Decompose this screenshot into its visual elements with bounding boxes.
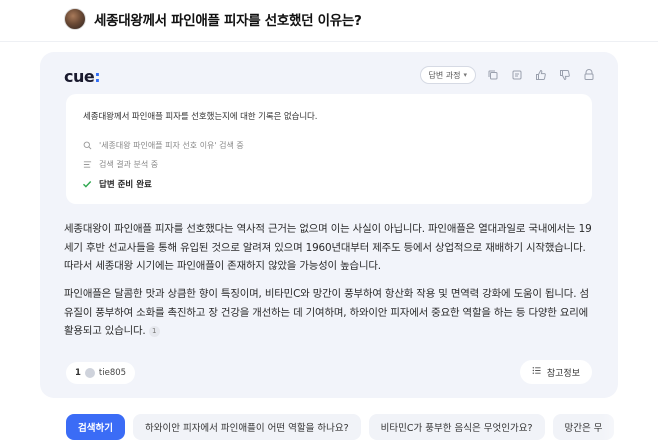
citation-badge[interactable]: 1 bbox=[148, 325, 160, 337]
references-label: 참고정보 bbox=[546, 368, 580, 379]
cue-logo: cue: bbox=[64, 67, 101, 86]
list-icon bbox=[82, 160, 92, 170]
process-step-analyze: 검색 결과 분석 중 bbox=[82, 159, 158, 170]
header-divider bbox=[0, 41, 658, 42]
process-step-label: 검색 결과 분석 중 bbox=[99, 160, 159, 169]
answer-process-button[interactable]: 답변 과정 ▾ bbox=[419, 66, 476, 84]
answer-process-panel: 세종대왕께서 파인애플 피자를 선호했는지에 대한 기록은 없습니다. '세종대… bbox=[66, 94, 592, 204]
suggestion-row: 검색하기 하와이안 피자에서 파인애플이 어떤 역할을 하나요? 비타민C가 풍… bbox=[66, 414, 615, 440]
suggestion-chip[interactable]: 비타민C가 풍부한 음식은 무엇인가요? bbox=[368, 414, 545, 440]
copy-alt-icon[interactable] bbox=[510, 68, 524, 82]
question-header: 세종대왕께서 파인애플 피자를 선호했던 이유는? bbox=[64, 6, 362, 32]
process-message: 세종대왕께서 파인애플 피자를 선호했는지에 대한 기록은 없습니다. bbox=[83, 112, 318, 122]
answer-process-label: 답변 과정 bbox=[428, 70, 461, 80]
source-count: 1 bbox=[75, 368, 81, 378]
answer-card: cue: 답변 과정 ▾ 세종대왕께서 파인애플 피자를 선호했는지에 대한 기… bbox=[40, 52, 618, 398]
answer-paragraph-2: 파인애플은 달콤한 맛과 상큼한 향이 특징이며, 비타민C와 망간이 풍부하여… bbox=[64, 285, 596, 341]
source-favicon-icon bbox=[84, 368, 95, 378]
suggestion-chip[interactable]: 하와이안 피자에서 파인애플이 어떤 역할을 하나요? bbox=[132, 414, 361, 440]
source-chip[interactable]: 1 tie805 bbox=[66, 362, 136, 384]
source-name: tie805 bbox=[98, 368, 127, 378]
question-title: 세종대왕께서 파인애플 피자를 선호했던 이유는? bbox=[94, 13, 362, 29]
process-step-label: '세종대왕 파인애플 피자 선호 이유' 검색 중 bbox=[99, 141, 244, 150]
scroll-fade bbox=[598, 408, 658, 448]
check-icon bbox=[82, 179, 92, 189]
search-button[interactable]: 검색하기 bbox=[66, 414, 125, 440]
chevron-down-icon: ▾ bbox=[463, 71, 467, 79]
share-icon[interactable] bbox=[582, 68, 596, 82]
answer-paragraph-1: 세종대왕이 파인애플 피자를 선호했다는 역사적 근거는 없으며 이는 사실이 … bbox=[64, 223, 592, 272]
avatar bbox=[64, 8, 86, 30]
thumbs-down-icon[interactable] bbox=[558, 68, 572, 82]
process-step-label: 답변 준비 완료 bbox=[99, 180, 152, 190]
references-button[interactable]: 참고정보 bbox=[519, 360, 592, 384]
process-step-done: 답변 준비 완료 bbox=[82, 178, 152, 190]
search-icon bbox=[82, 141, 92, 151]
process-step-search: '세종대왕 파인애플 피자 선호 이유' 검색 중 bbox=[82, 140, 244, 151]
copy-icon[interactable] bbox=[486, 68, 500, 82]
answer-toolbar: 답변 과정 ▾ bbox=[419, 66, 597, 84]
answer-paragraph-2-text: 파인애플은 달콤한 맛과 상큼한 향이 특징이며, 비타민C와 망간이 풍부하여… bbox=[64, 288, 589, 337]
list-icon bbox=[532, 366, 541, 378]
thumbs-up-icon[interactable] bbox=[534, 68, 548, 82]
